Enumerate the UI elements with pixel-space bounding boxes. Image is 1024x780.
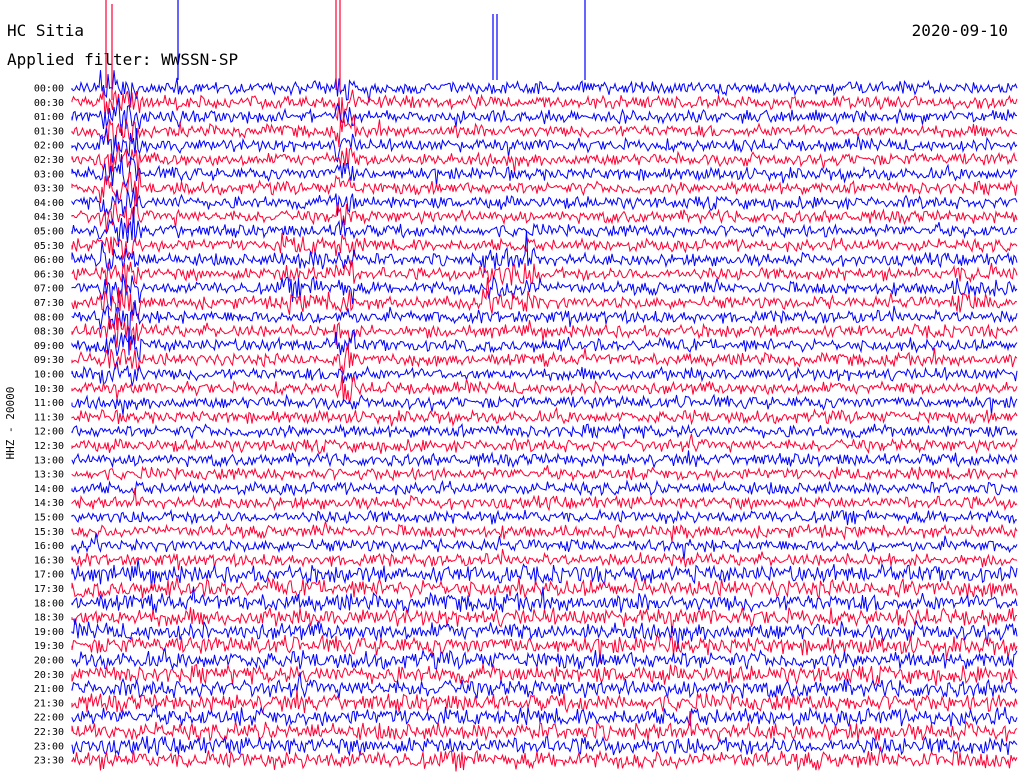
seismic-trace bbox=[71, 672, 1018, 699]
row-time-label: 01:30 bbox=[34, 126, 64, 137]
seismic-trace bbox=[71, 70, 1018, 106]
seismic-trace bbox=[71, 406, 1018, 427]
row-time-label: 08:30 bbox=[34, 327, 64, 338]
row-time-label: 20:00 bbox=[34, 656, 64, 667]
row-time-label: 13:30 bbox=[34, 470, 64, 481]
row-time-label: 09:00 bbox=[34, 341, 64, 352]
row-time-label: 00:00 bbox=[34, 84, 64, 95]
row-time-label: 03:00 bbox=[34, 169, 64, 180]
row-time-label: 22:00 bbox=[34, 713, 64, 724]
row-time-label: 16:30 bbox=[34, 555, 64, 566]
row-time-label: 12:00 bbox=[34, 427, 64, 438]
seismic-trace bbox=[71, 422, 1018, 440]
row-time-label: 10:30 bbox=[34, 384, 64, 395]
seismic-trace bbox=[71, 433, 1018, 455]
row-time-label: 01:00 bbox=[34, 112, 64, 123]
row-time-label: 16:00 bbox=[34, 541, 64, 552]
seismic-trace bbox=[71, 479, 1018, 497]
row-time-label: 17:30 bbox=[34, 584, 64, 595]
seismic-trace bbox=[71, 618, 1018, 649]
row-time-label: 11:30 bbox=[34, 412, 64, 423]
seismic-trace bbox=[71, 647, 1018, 671]
row-time-label: 05:30 bbox=[34, 241, 64, 252]
row-time-label: 23:00 bbox=[34, 741, 64, 752]
row-time-label: 21:00 bbox=[34, 684, 64, 695]
seismic-trace bbox=[71, 128, 1018, 163]
row-time-label: 08:00 bbox=[34, 312, 64, 323]
row-time-label: 15:00 bbox=[34, 513, 64, 524]
seismic-trace bbox=[71, 689, 1018, 714]
row-time-label: 18:30 bbox=[34, 613, 64, 624]
row-time-label: 12:30 bbox=[34, 441, 64, 452]
row-time-label: 22:30 bbox=[34, 727, 64, 738]
row-time-label: 19:30 bbox=[34, 641, 64, 652]
row-time-label: 02:00 bbox=[34, 141, 64, 152]
seismic-trace bbox=[71, 465, 1018, 483]
row-time-label: 23:30 bbox=[34, 756, 64, 767]
seismic-trace bbox=[71, 746, 1018, 772]
seismic-trace bbox=[71, 532, 1018, 561]
row-time-label: 13:00 bbox=[34, 455, 64, 466]
row-time-label: 03:30 bbox=[34, 184, 64, 195]
seismic-trace bbox=[71, 230, 1018, 273]
seismic-trace bbox=[71, 586, 1018, 614]
row-time-label: 06:00 bbox=[34, 255, 64, 266]
seismic-trace bbox=[71, 328, 1018, 362]
seismic-trace bbox=[71, 664, 1018, 687]
row-time-label: 21:30 bbox=[34, 698, 64, 709]
seismic-trace bbox=[71, 450, 1018, 469]
row-time-label: 09:30 bbox=[34, 355, 64, 366]
row-time-label: 19:00 bbox=[34, 627, 64, 638]
row-time-label: 20:30 bbox=[34, 670, 64, 681]
row-time-label: 18:00 bbox=[34, 598, 64, 609]
row-time-label: 10:00 bbox=[34, 370, 64, 381]
row-time-label: 04:30 bbox=[34, 212, 64, 223]
row-time-label: 06:30 bbox=[34, 269, 64, 280]
row-time-label: 02:30 bbox=[34, 155, 64, 166]
seismic-trace bbox=[71, 169, 1018, 206]
helicorder-plot: 00:00 00:30 01:00 01:30 02:00 02:30 03:00 03:30… bbox=[34, 0, 1018, 772]
row-time-label: 00:30 bbox=[34, 98, 64, 109]
row-time-label: 17:00 bbox=[34, 570, 64, 581]
row-time-label: 15:30 bbox=[34, 527, 64, 538]
row-time-label: 14:30 bbox=[34, 498, 64, 509]
row-time-label: 07:30 bbox=[34, 298, 64, 309]
row-time-label: 14:00 bbox=[34, 484, 64, 495]
seismic-trace bbox=[71, 186, 1018, 234]
seismic-trace bbox=[71, 521, 1018, 542]
row-time-label: 04:00 bbox=[34, 198, 64, 209]
row-time-label: 07:00 bbox=[34, 284, 64, 295]
seismic-trace bbox=[71, 576, 1018, 601]
row-time-label: 11:00 bbox=[34, 398, 64, 409]
row-time-label: 05:00 bbox=[34, 227, 64, 238]
seismic-trace bbox=[71, 232, 1018, 260]
seismic-trace bbox=[71, 393, 1018, 416]
seismic-trace bbox=[71, 508, 1018, 526]
seismogram-page: HC Sitia 2020-09-10 Applied filter: WWSS… bbox=[0, 0, 1024, 780]
